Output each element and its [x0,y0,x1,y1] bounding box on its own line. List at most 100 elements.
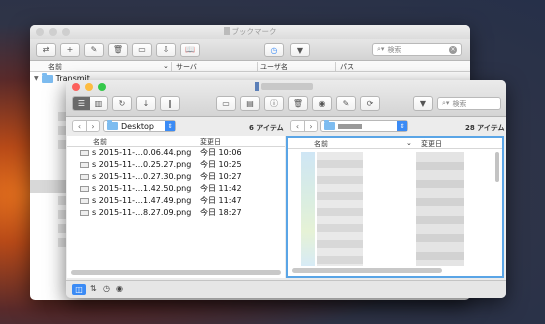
view-mode-toggle[interactable]: ☰ ▥ [72,96,108,111]
column-view-icon[interactable]: ▥ [90,97,107,110]
selected-row[interactable] [30,180,70,193]
transmit-toolbar: ☰ ▥ ↻ ↓ ‖ ▭ ▤ ⓘ 🗑 ◉ ✎ ⟳ ▼ ⌕▾ 検索 [66,80,506,117]
clear-icon[interactable]: × [449,45,457,54]
sort-icon: ⌄ [163,62,169,70]
file-row[interactable]: s 2015-11-…1.42.50.png 今日 11:42 [67,183,285,195]
clock-icon[interactable]: ◷ [103,284,110,293]
file-name: s 2015-11-…8.27.09.png [92,208,192,217]
search-input[interactable]: 検索 [387,45,401,55]
refresh-icon: ↻ [118,99,126,108]
new-bookmark-button[interactable]: + [60,42,80,57]
bookmarks-titlebar: ブックマーク [30,25,470,39]
new-file-button[interactable]: ▤ [240,96,260,111]
file-row[interactable]: s 2015-11-…0.06.44.png 今日 10:06 [67,147,285,159]
sync-button[interactable]: ⟳ [360,96,380,111]
clock-icon: ◷ [270,45,278,55]
import-button[interactable]: ⇩ [156,42,176,57]
col-modified[interactable]: 変更日 [200,137,221,147]
trash-icon: 🗑 [112,45,124,54]
close-button[interactable] [36,28,44,36]
col-modified[interactable]: 変更日 [421,139,442,149]
local-path: Desktop [121,121,154,131]
window-controls [72,83,106,91]
info-icon: ⓘ [270,99,278,108]
bookmarks-column-header: 名前 ⌄ サーバ ユーザ名 パス [30,61,470,72]
horizontal-scrollbar[interactable] [292,268,442,273]
transmit-window: ☰ ▥ ↻ ↓ ‖ ▭ ▤ ⓘ 🗑 ◉ ✎ ⟳ ▼ ⌕▾ 検索 ‹ › Desk… [66,80,506,298]
info-button[interactable]: ⓘ [264,96,284,111]
filter-button[interactable]: ▼ [290,43,310,57]
col-name[interactable]: 名前 [314,139,328,149]
history-button[interactable]: ◷ [264,43,284,57]
import-icon: ⇩ [162,45,170,54]
bookmarks-search[interactable]: ⌕▾ 検索 × [372,43,462,56]
image-file-icon [80,150,89,156]
dual-pane-icon[interactable]: ◫ [72,284,86,295]
col-path[interactable]: パス [340,62,354,72]
file-name: s 2015-11-…1.42.50.png [92,184,192,193]
zoom-button[interactable] [98,83,106,91]
local-nav-buttons: ‹ › [72,120,100,132]
disclosure-triangle-icon[interactable]: ▼ [34,75,39,82]
forward-button[interactable]: › [86,121,99,131]
new-folder-button[interactable]: ▭ [216,96,236,111]
zoom-button[interactable] [62,28,70,36]
col-name[interactable]: 名前 [48,62,62,72]
remote-nav-buttons: ‹ › [290,120,318,132]
delete-button[interactable]: 🗑 [288,96,308,111]
window-title-blurred [261,83,313,90]
bookmarks-view-button[interactable]: 📖 [180,42,200,57]
horizontal-scrollbar[interactable] [71,270,281,275]
eye-icon: ◉ [318,99,326,108]
status-bar: ◫ ⇅ ◷ ◉ [66,280,506,298]
image-file-icon [80,210,89,216]
file-name: s 2015-11-…0.06.44.png [92,148,192,157]
transmit-search[interactable]: ⌕▾ 検索 [437,97,501,110]
connect-button[interactable]: ⇄ [36,42,56,57]
eye-icon[interactable]: ◉ [116,284,123,293]
folder-icon [107,120,118,130]
vertical-scrollbar[interactable] [495,152,499,182]
refresh-button[interactable]: ↻ [112,96,132,111]
bookmarks-icon [223,27,230,35]
file-row[interactable]: s 2015-11-…8.27.09.png 今日 18:27 [67,207,285,219]
delete-button[interactable]: 🗑 [108,42,128,57]
download-icon: ↓ [142,99,150,108]
image-file-icon [80,186,89,192]
minimize-button[interactable] [49,28,57,36]
download-button[interactable]: ↓ [136,96,156,111]
file-date: 今日 11:47 [200,196,242,205]
transfer-icon[interactable]: ⇅ [90,284,97,293]
edit-button[interactable]: ✎ [84,42,104,57]
local-path-popup[interactable]: Desktop ⇕ [103,120,176,132]
pause-button[interactable]: ‖ [160,96,180,111]
col-name[interactable]: 名前 [93,137,107,147]
back-button[interactable]: ‹ [73,121,86,131]
search-input[interactable]: 検索 [452,99,466,109]
document-icon [255,82,259,91]
sort-icon: ⌄ [406,139,412,147]
filter-button[interactable]: ▼ [413,96,433,111]
close-button[interactable] [72,83,80,91]
local-file-list: s 2015-11-…0.06.44.png 今日 10:06 s 2015-11-… [67,147,285,219]
pause-icon: ‖ [168,99,172,108]
edit-button[interactable]: ✎ [336,96,356,111]
back-button[interactable]: ‹ [291,121,304,131]
local-column-header: 名前 変更日 [67,136,285,147]
forward-button[interactable]: › [304,121,317,131]
window-title: ブックマーク [231,27,277,36]
list-view-icon[interactable]: ☰ [73,97,90,110]
file-name: s 2015-11-…0.27.30.png [92,172,192,181]
remote-path-popup[interactable]: ⇕ [320,120,408,132]
quicklook-button[interactable]: ◉ [312,96,332,111]
book-icon: 📖 [185,45,195,54]
remote-column-header: 名前 ⌄ 変更日 [288,138,502,149]
file-row[interactable]: s 2015-11-…1.47.49.png 今日 11:47 [67,195,285,207]
col-user[interactable]: ユーザ名 [260,62,288,72]
remote-path-blurred [338,123,362,129]
file-row[interactable]: s 2015-11-…0.25.27.png 今日 10:25 [67,159,285,171]
col-server[interactable]: サーバ [176,62,197,72]
minimize-button[interactable] [85,83,93,91]
new-folder-button[interactable]: ▭ [132,42,152,57]
file-row[interactable]: s 2015-11-…0.27.30.png 今日 10:27 [67,171,285,183]
